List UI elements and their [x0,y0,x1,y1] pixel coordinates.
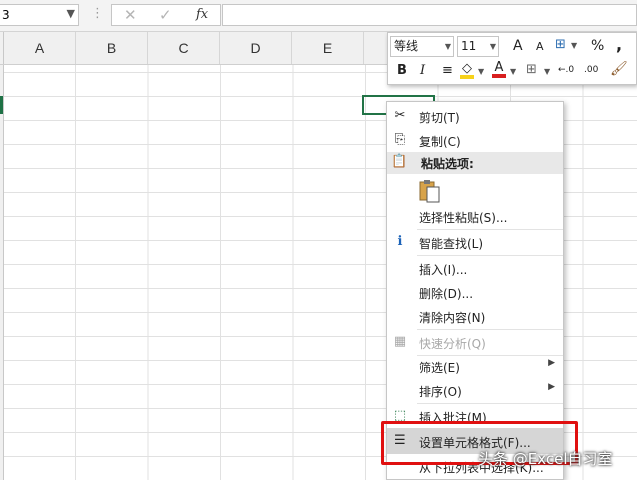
submenu-arrow-icon: ▶ [548,358,555,368]
column-header-a[interactable]: A [4,32,76,64]
quick-analysis-icon: ▦ [393,334,407,349]
fill-color-icon[interactable]: ◇ [460,61,474,79]
smart-lookup-icon: ℹ [397,234,403,249]
menu-item-clear-contents[interactable]: 清除内容(N) [387,304,563,328]
cancel-icon[interactable]: ✕ [124,6,137,24]
copy-icon: ⎘ [394,132,406,147]
paste-clipboard-icon[interactable] [417,178,443,204]
chevron-down-icon[interactable]: ▼ [544,67,550,76]
menu-item-cut[interactable]: ✂ 剪切(T) [387,104,563,128]
menu-item-label: 插入(I)... [419,263,468,277]
font-name-value: 等线 [394,39,419,53]
menu-item-label: 快速分析(Q) [419,337,486,351]
italic-icon[interactable]: I [420,63,425,78]
bold-icon[interactable]: B [397,63,407,78]
chevron-down-icon[interactable]: ▼ [478,67,484,76]
menu-item-filter[interactable]: 筛选(E) ▶ [387,354,563,378]
menu-item-label: 排序(O) [419,385,462,399]
menu-item-insert[interactable]: 插入(I)... [387,256,563,280]
menu-item-copy[interactable]: ⎘ 复制(C) [387,128,563,152]
formula-bar-grip-icon[interactable]: ⋮ [91,6,104,21]
accounting-format-icon[interactable]: ⊞ [555,37,566,52]
align-center-icon[interactable]: ≡ [442,63,453,78]
font-size-select[interactable]: 11 ▼ [457,36,499,57]
selected-row-indicator [0,96,3,114]
decrease-font-icon[interactable]: A [536,40,544,53]
submenu-arrow-icon: ▶ [548,382,555,392]
watermark: 头条 @Excel自习室 [478,450,613,468]
name-box-value: 3 [2,8,10,22]
menu-item-label: 剪切(T) [419,111,460,125]
format-painter-icon[interactable]: 🖌 [610,61,628,77]
name-box[interactable]: 3 ▼ [0,4,79,26]
menu-item-label: 复制(C) [419,135,461,149]
menu-item-label: 清除内容(N) [419,311,486,325]
formula-input[interactable] [222,4,637,26]
menu-item-smart-lookup[interactable]: ℹ 智能查找(L) [387,230,563,254]
menu-item-label: 筛选(E) [419,361,460,375]
chevron-down-icon[interactable]: ▼ [571,41,577,50]
chevron-down-icon: ▼ [489,42,496,51]
name-box-dropdown-icon[interactable]: ▼ [67,7,75,20]
increase-decimal-icon[interactable]: ←.0 [558,65,574,75]
chevron-down-icon[interactable]: ▼ [510,67,516,76]
paste-options-header: 📋 粘贴选项: [387,152,563,174]
font-color-icon[interactable]: A [492,60,506,78]
menu-item-label: 选择性粘贴(S)... [419,211,508,225]
menu-item-quick-analysis: ▦ 快速分析(Q) [387,330,563,354]
enter-icon[interactable]: ✓ [159,6,172,24]
paste-icon: 📋 [391,154,408,169]
column-header-e[interactable]: E [292,32,364,64]
percent-style-icon[interactable]: % [591,38,604,54]
menu-item-paste-special[interactable]: 选择性粘贴(S)... [387,204,563,228]
font-name-select[interactable]: 等线 ▼ [390,36,454,57]
insert-function-icon[interactable]: fx [196,7,208,22]
comma-style-icon[interactable]: , [616,35,622,54]
scissors-icon: ✂ [394,108,406,123]
increase-font-icon[interactable]: A [513,38,523,54]
menu-item-sort[interactable]: 排序(O) ▶ [387,378,563,402]
formula-bar: 3 ▼ ⋮ ✕ ✓ fx [0,0,637,32]
column-header-c[interactable]: C [148,32,220,64]
font-size-value: 11 [461,39,477,53]
formula-buttons: ✕ ✓ fx [111,4,221,26]
menu-item-label: 删除(D)... [419,287,474,301]
menu-item-label: 智能查找(L) [419,237,484,251]
column-header-b[interactable]: B [76,32,148,64]
borders-icon[interactable]: ⊞ [526,62,537,77]
chevron-down-icon: ▼ [444,42,451,51]
decrease-decimal-icon[interactable]: .00 [584,65,598,75]
menu-item-delete[interactable]: 删除(D)... [387,280,563,304]
column-header-d[interactable]: D [220,32,292,64]
mini-toolbar: 等线 ▼ 11 ▼ A A ⊞ ▼ % , B I ≡ ◇ ▼ A ▼ ⊞ ▼ … [387,32,637,85]
paste-options-label: 粘贴选项: [421,157,474,171]
